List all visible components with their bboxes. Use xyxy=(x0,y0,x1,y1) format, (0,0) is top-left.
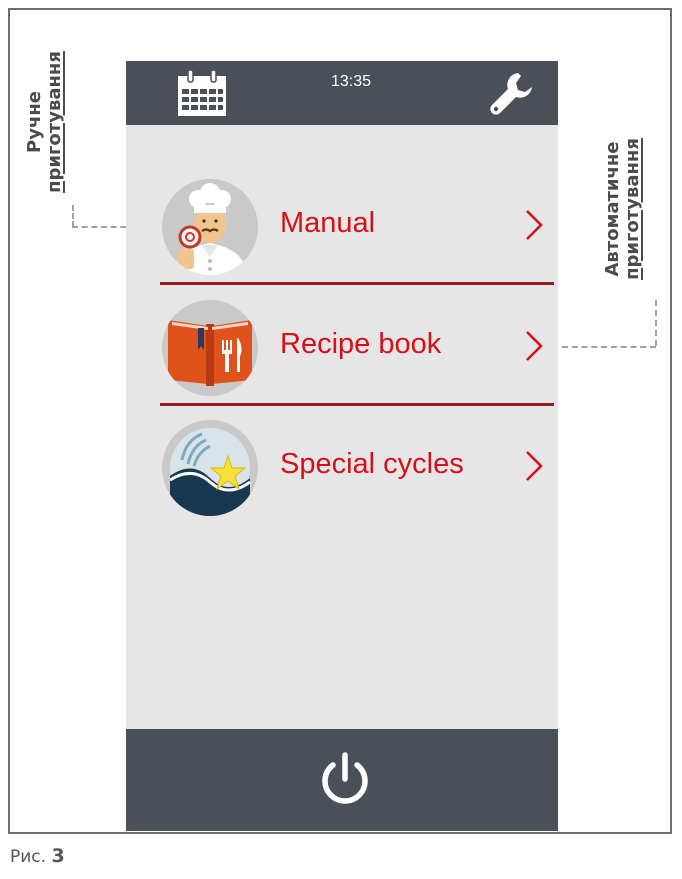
chevron-right-icon xyxy=(524,450,544,487)
callout-right-leader-h xyxy=(562,346,656,348)
figure-caption: Рис. 3 xyxy=(10,845,65,867)
callout-left-line1: Ручне xyxy=(24,91,46,153)
callout-right-line1: Автоматичне xyxy=(602,141,624,277)
callout-left-leader xyxy=(72,205,74,227)
callout-right-leader xyxy=(655,300,657,346)
callout-right-line2: приготування xyxy=(622,138,643,280)
menu-separator xyxy=(160,403,554,406)
top-bar: 13:35 xyxy=(126,61,558,125)
menu-separator xyxy=(160,282,554,285)
menu-item-manual-label: Manual xyxy=(280,207,376,239)
chevron-right-icon xyxy=(524,330,544,367)
wrench-icon[interactable] xyxy=(488,69,536,122)
power-icon[interactable] xyxy=(317,751,373,812)
menu-item-special-cycles-label: Special cycles xyxy=(280,448,464,480)
menu-item-manual[interactable]: Manual xyxy=(126,171,558,279)
figure-caption-prefix: Рис. xyxy=(10,847,47,867)
clock-display: 13:35 xyxy=(330,73,372,90)
manual-cooking-callout: Ручне приготування xyxy=(14,32,76,212)
menu-item-recipe-book[interactable]: Recipe book xyxy=(126,292,558,400)
figure-caption-number: 3 xyxy=(51,845,65,867)
callout-left-line2: приготування xyxy=(44,51,65,193)
recipe-book-icon xyxy=(162,300,258,396)
menu-item-special-cycles[interactable]: Special cycles xyxy=(126,412,558,520)
device-screen: 13:35 Manual Recipe book Special cycles xyxy=(126,61,558,831)
automatic-cooking-callout: Автоматичне приготування xyxy=(588,118,658,300)
special-cycles-icon xyxy=(162,420,258,516)
calendar-icon[interactable] xyxy=(176,68,228,123)
menu-item-recipe-book-label: Recipe book xyxy=(280,328,442,360)
chevron-right-icon xyxy=(524,209,544,246)
chef-icon xyxy=(162,179,258,275)
bottom-bar xyxy=(126,729,558,831)
